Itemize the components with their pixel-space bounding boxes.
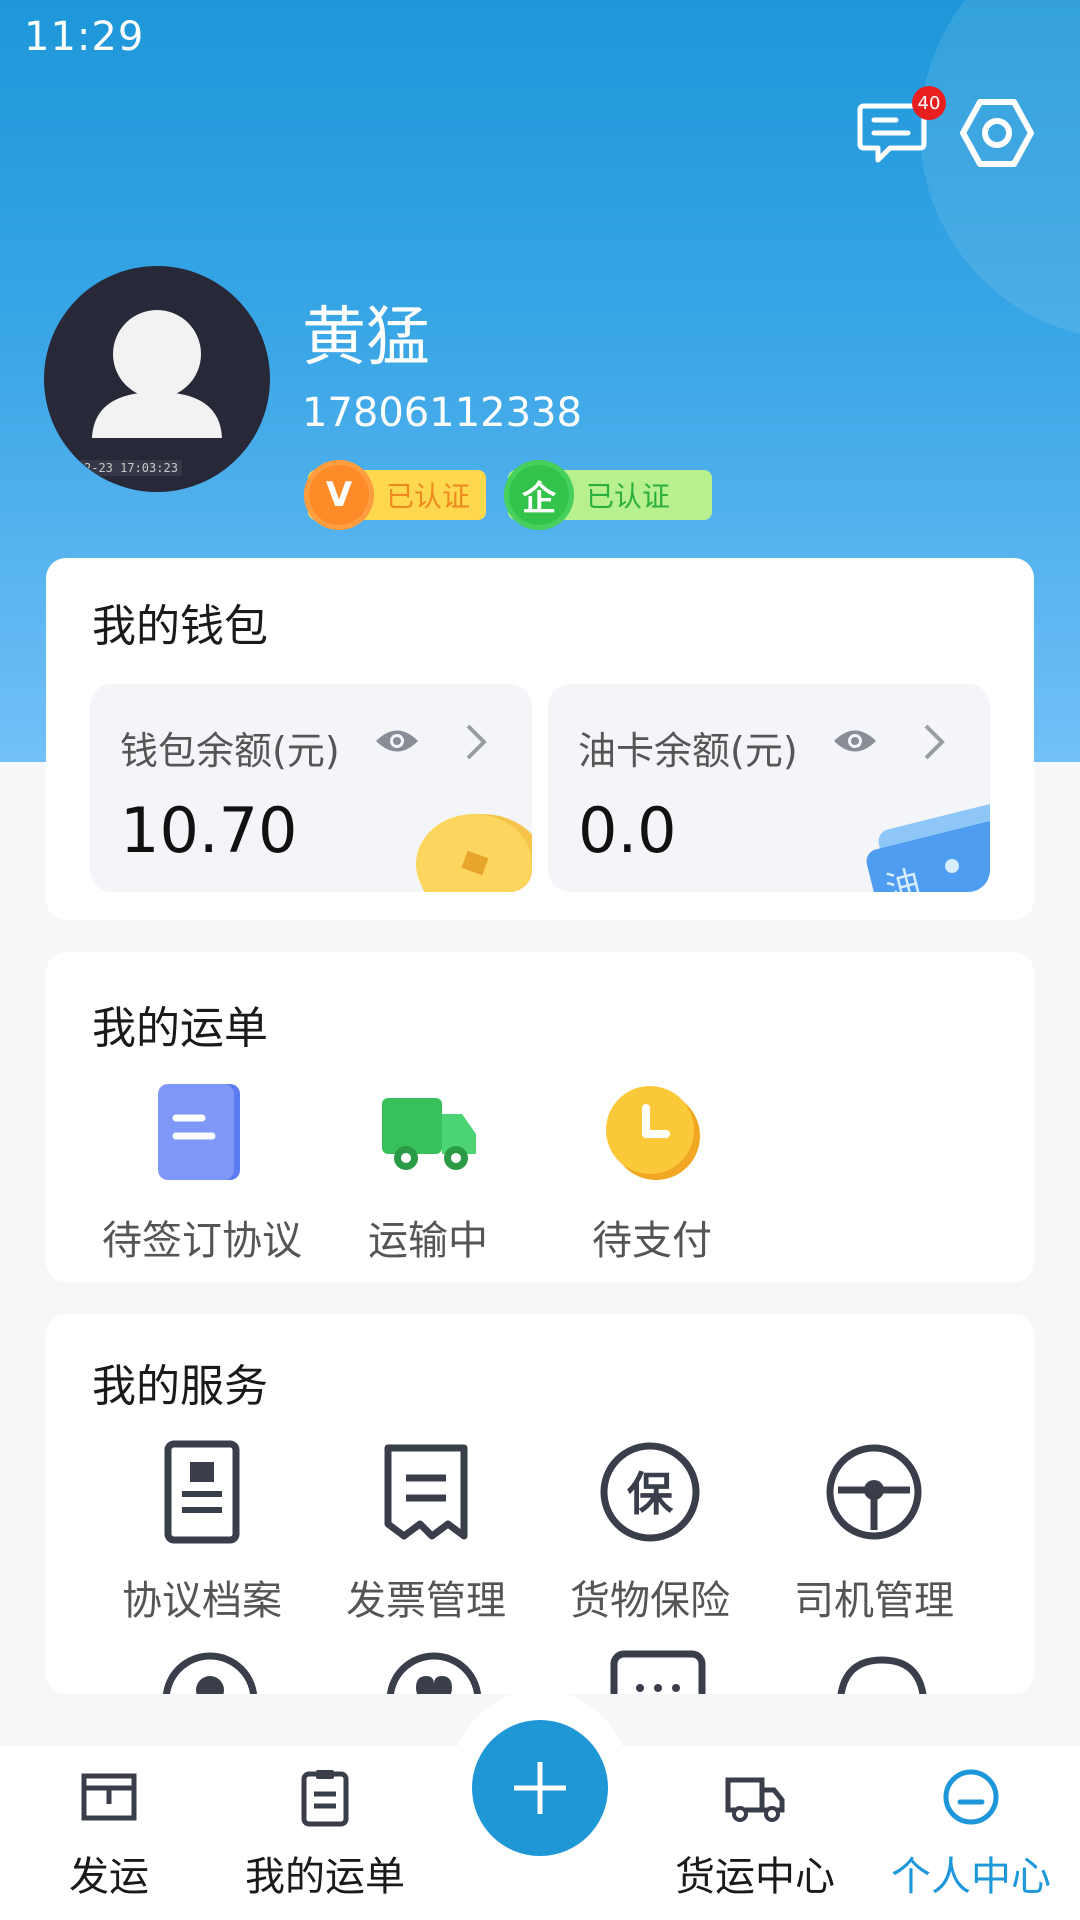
order-label: 运输中 <box>368 1218 488 1264</box>
service-label: 协议档案 <box>122 1578 282 1624</box>
company-seal-icon: 企 <box>504 460 574 530</box>
avatar-timestamp: 2-23 17:03:23 <box>80 460 182 476</box>
wallet-balance-box[interactable]: 钱包余额(元) 10.70 <box>90 684 532 892</box>
service-label: 货物保险 <box>570 1578 730 1624</box>
fuel-card-balance-value: 0.0 <box>578 794 677 867</box>
contract-icon <box>164 1440 240 1544</box>
invoice-icon <box>384 1444 468 1540</box>
user-name: 黄猛 <box>302 301 430 375</box>
fuel-card-icon: 油 <box>866 801 990 892</box>
document-icon <box>158 1084 240 1180</box>
chevron-right-icon <box>924 724 945 760</box>
services-card: 我的服务 协议档案 发票管理 保 货物保险 司机管理 <box>46 1314 1034 1694</box>
chat-box-icon[interactable] <box>606 1648 710 1694</box>
wallet-balance-label: 钱包余额(元) <box>120 729 340 773</box>
orders-card: 我的运单 待签订协议 运输中 待支付 <box>46 952 1034 1282</box>
truck-outline-icon <box>725 1777 785 1822</box>
service-label: 司机管理 <box>794 1578 954 1624</box>
tab-freight-center[interactable]: 货运中心 <box>650 1766 860 1902</box>
order-label: 待支付 <box>592 1218 712 1264</box>
tab-label: 我的运单 <box>245 1854 405 1900</box>
headset-icon[interactable] <box>830 1648 934 1694</box>
user-phone: 17806112338 <box>302 390 582 436</box>
order-in-transit[interactable]: 运输中 <box>328 1082 528 1266</box>
wallet-card: 我的钱包 钱包余额(元) 10.70 油卡余额(元) 0.0 油 <box>46 558 1034 920</box>
clock-icon <box>606 1086 700 1180</box>
message-count-badge: 40 <box>912 86 946 120</box>
badge-label: 已认证 <box>586 480 671 513</box>
user-silhouette-icon <box>92 310 222 438</box>
settings-icon[interactable] <box>960 96 1034 170</box>
service-cargo-insurance[interactable]: 保 货物保险 <box>540 1440 760 1626</box>
fuel-card-balance-box[interactable]: 油卡余额(元) 0.0 油 <box>548 684 990 892</box>
order-pending-payment[interactable]: 待支付 <box>552 1082 752 1266</box>
tab-my-orders[interactable]: 我的运单 <box>220 1766 430 1902</box>
services-title: 我的服务 <box>92 1361 268 1412</box>
add-button[interactable] <box>472 1720 608 1856</box>
tab-label: 货运中心 <box>675 1854 835 1900</box>
clipboard-icon <box>301 1770 349 1827</box>
tab-personal-center[interactable]: 个人中心 <box>866 1766 1076 1902</box>
service-label: 发票管理 <box>346 1578 506 1624</box>
service-contract-archive[interactable]: 协议档案 <box>92 1440 312 1626</box>
box-icon <box>81 1773 137 1821</box>
fuel-card-balance-label: 油卡余额(元) <box>578 729 798 773</box>
order-pending-agreement[interactable]: 待签订协议 <box>102 1082 302 1266</box>
badge-label: 已认证 <box>386 480 471 513</box>
wallet-title: 我的钱包 <box>92 601 268 652</box>
avatar[interactable]: 2-23 17:03:23 <box>44 266 270 492</box>
insurance-glyph: 保 <box>627 1467 674 1521</box>
insurance-icon: 保 <box>600 1442 700 1542</box>
tab-label: 个人中心 <box>891 1854 1051 1900</box>
tab-label: 发运 <box>69 1854 149 1900</box>
verified-v-icon: V <box>304 460 374 530</box>
service-driver-management[interactable]: 司机管理 <box>764 1440 984 1626</box>
wallet-balance-value: 10.70 <box>120 794 298 867</box>
status-time: 11:29 <box>24 14 145 60</box>
eye-icon[interactable] <box>374 726 420 756</box>
steering-wheel-icon <box>826 1444 922 1540</box>
profile-smile-icon <box>943 1769 999 1825</box>
eye-icon[interactable] <box>832 726 878 756</box>
coin-icon <box>416 814 532 892</box>
tab-ship[interactable]: 发运 <box>4 1766 214 1902</box>
heart-circle-icon[interactable] <box>382 1648 486 1694</box>
order-label: 待签订协议 <box>102 1218 302 1264</box>
truck-icon <box>382 1098 476 1170</box>
user-circle-icon[interactable] <box>158 1648 262 1694</box>
service-invoice-management[interactable]: 发票管理 <box>316 1440 536 1626</box>
header-decoration <box>920 0 1080 340</box>
plus-icon <box>514 1762 566 1814</box>
chevron-right-icon <box>466 724 487 760</box>
orders-title: 我的运单 <box>92 1003 268 1054</box>
